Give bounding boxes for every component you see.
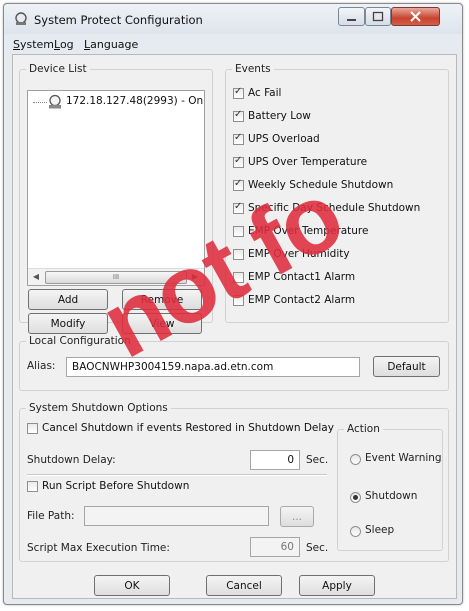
default-button[interactable]: Default [373, 356, 440, 377]
dialog-body: Device List 172.18.127.48(2993) - Onlin … [12, 54, 457, 599]
divider [27, 474, 327, 476]
max-exec-input[interactable]: 60 [250, 537, 300, 557]
file-path-label: File Path: [27, 510, 75, 522]
max-exec-unit: Sec. [306, 542, 329, 554]
file-path-input[interactable] [84, 506, 269, 526]
menu-system[interactable]: System [13, 38, 54, 51]
shutdown-delay-label: Shutdown Delay: [27, 454, 116, 466]
app-icon [14, 12, 28, 26]
checkbox[interactable] [233, 109, 244, 122]
shutdown-delay-unit: Sec. [306, 454, 329, 466]
title-bar[interactable]: System Protect Configuration [4, 4, 462, 34]
checkbox[interactable] [233, 178, 244, 191]
device-list-label: Device List [26, 63, 90, 75]
max-exec-label: Script Max Execution Time: [27, 542, 170, 554]
window-title: System Protect Configuration [34, 13, 203, 27]
radio-shutdown[interactable] [350, 492, 361, 503]
radio-sleep[interactable] [350, 526, 361, 537]
cancel-button[interactable]: Cancel [206, 575, 282, 596]
close-button[interactable] [391, 7, 440, 26]
ok-button[interactable]: OK [94, 575, 170, 596]
menu-log[interactable]: Log [54, 38, 74, 51]
action-label: Action [344, 423, 383, 435]
scroll-left-icon[interactable]: ◀ [29, 270, 43, 283]
event-warning-label: Event Warning [365, 452, 442, 464]
shutdown-delay-input[interactable]: 0 [250, 450, 300, 470]
modify-button[interactable]: Modify [28, 313, 108, 334]
apply-button[interactable]: Apply [299, 575, 375, 596]
alias-label: Alias: [27, 360, 56, 372]
checkbox[interactable] [233, 155, 244, 168]
menu-bar: System Log Language [4, 34, 462, 54]
device-item[interactable]: 172.18.127.48(2993) - Onlin [66, 95, 204, 107]
tree-connector [33, 102, 47, 103]
checkbox[interactable] [233, 132, 244, 145]
radio-event-warning[interactable] [350, 454, 361, 465]
checkbox[interactable] [233, 86, 244, 99]
maximize-button[interactable] [365, 7, 391, 26]
events-label: Events [232, 63, 274, 75]
browse-button[interactable]: ... [280, 506, 314, 527]
checkbox[interactable] [27, 481, 38, 492]
device-icon [47, 94, 63, 110]
shutdown-label: Shutdown [365, 490, 418, 502]
alias-input[interactable]: BAOCNWHP3004159.napa.ad.etn.com [66, 357, 360, 377]
config-window: System Protect Configuration System Log … [3, 3, 463, 605]
menu-language[interactable]: Language [84, 38, 138, 51]
shutdown-options-group: System Shutdown Options Cancel Shutdown … [19, 402, 449, 562]
checkbox[interactable] [27, 423, 38, 434]
minimize-button[interactable] [338, 7, 365, 26]
action-group: Action Event Warning Shutdown Sleep [337, 423, 443, 551]
shutdown-options-label: System Shutdown Options [26, 402, 171, 414]
sleep-label: Sleep [365, 524, 395, 536]
local-config-group: Local Configuration Alias: BAOCNWHP30041… [19, 335, 449, 391]
